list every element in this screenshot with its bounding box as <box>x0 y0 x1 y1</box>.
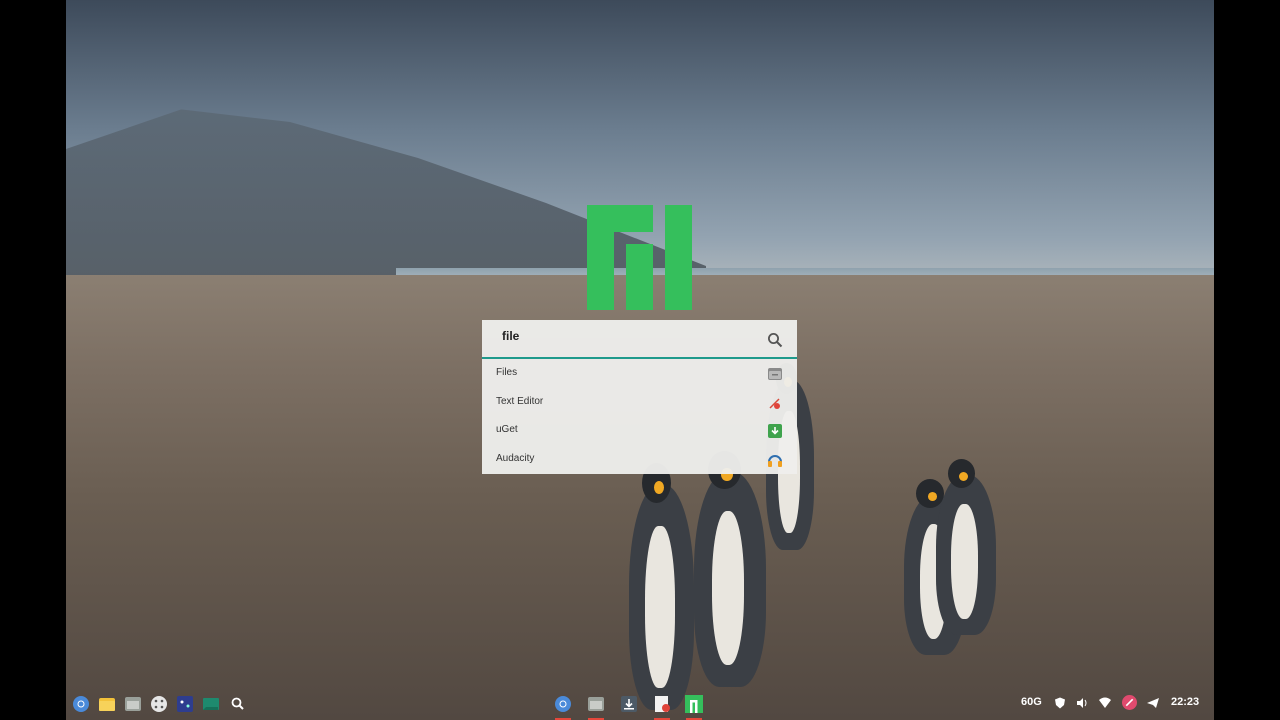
search-icon[interactable] <box>767 332 783 348</box>
result-label: Audacity <box>496 453 535 464</box>
launcher-result[interactable]: Files <box>482 360 797 388</box>
download-icon[interactable] <box>620 695 638 713</box>
manjaro-icon[interactable] <box>685 695 703 713</box>
clock[interactable]: 22:23 <box>1171 696 1199 708</box>
chrome-icon[interactable] <box>72 695 90 713</box>
terminal-icon[interactable] <box>202 695 220 713</box>
search-icon[interactable] <box>229 695 247 713</box>
telegram-icon[interactable] <box>1147 697 1159 709</box>
launcher-search-row: file <box>482 320 797 359</box>
files-icon[interactable] <box>587 695 605 713</box>
search-input[interactable]: file <box>502 329 519 343</box>
chrome-icon[interactable] <box>554 695 572 713</box>
app-launcher: file Files Text Editor uGet Audacity <box>482 320 797 474</box>
launcher-result[interactable]: uGet <box>482 417 797 445</box>
folder-icon[interactable] <box>98 695 116 713</box>
penguin <box>629 462 694 710</box>
uget-icon <box>768 424 782 438</box>
manjaro-logo <box>587 205 692 310</box>
game-icon[interactable] <box>176 695 194 713</box>
taskbar: 60G 22:23 <box>66 686 1214 720</box>
text-editor-icon <box>769 398 780 409</box>
result-label: Files <box>496 367 518 378</box>
launcher-result[interactable]: Text Editor <box>482 389 797 417</box>
app-grid-icon[interactable] <box>150 695 168 713</box>
result-label: uGet <box>496 424 518 435</box>
files-icon[interactable] <box>124 695 142 713</box>
result-label: Text Editor <box>496 396 544 407</box>
files-app-icon <box>768 368 782 380</box>
storage-indicator[interactable]: 60G <box>1021 696 1042 708</box>
shield-icon[interactable] <box>1054 697 1066 709</box>
launcher-result[interactable]: Audacity <box>482 446 797 474</box>
notification-icon[interactable] <box>1122 695 1137 710</box>
text-editor-icon[interactable] <box>653 695 671 713</box>
penguin <box>694 450 766 687</box>
volume-icon[interactable] <box>1076 697 1088 709</box>
penguin <box>936 459 996 635</box>
wifi-icon[interactable] <box>1099 697 1111 709</box>
audacity-icon <box>768 455 782 467</box>
